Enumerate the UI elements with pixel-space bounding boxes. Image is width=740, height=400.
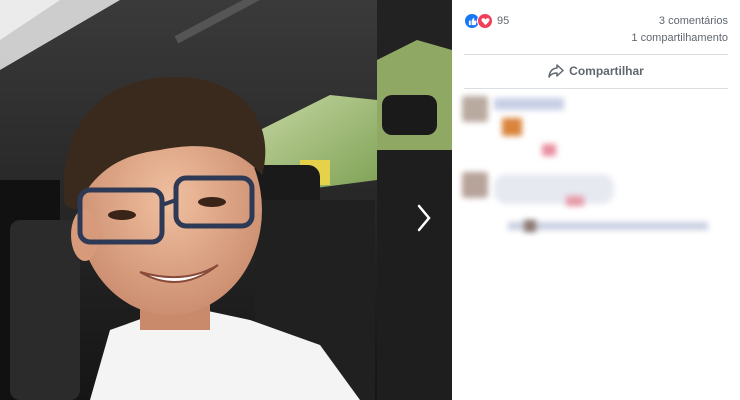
- share-arrow-icon: [548, 64, 564, 78]
- comment-bubble: [494, 174, 614, 204]
- share-button-label: Compartilhar: [569, 64, 644, 78]
- avatar: [524, 220, 536, 232]
- divider: [464, 54, 728, 55]
- comment-author: [494, 98, 564, 110]
- heart-icon: [477, 13, 493, 29]
- chevron-right-icon: [417, 204, 431, 232]
- comment-reaction: [566, 196, 584, 206]
- reactions-summary[interactable]: 95: [464, 13, 509, 29]
- sticker-image: [502, 118, 522, 136]
- shares-count[interactable]: 1 compartilhamento: [631, 32, 728, 44]
- comments-count[interactable]: 3 comentários: [659, 15, 728, 27]
- reaction-count: 95: [497, 15, 510, 27]
- comment-reaction: [542, 144, 556, 156]
- comment-actions: [508, 222, 708, 230]
- share-button[interactable]: Compartilhar: [464, 58, 728, 84]
- divider: [464, 88, 728, 89]
- comment-item: [458, 92, 578, 162]
- avatar: [462, 172, 488, 198]
- comment-item: [458, 168, 738, 238]
- next-photo-button[interactable]: [411, 198, 437, 238]
- avatar: [462, 96, 488, 122]
- photo-viewer: 95 3 comentários 1 compartilhamento Comp…: [0, 0, 740, 400]
